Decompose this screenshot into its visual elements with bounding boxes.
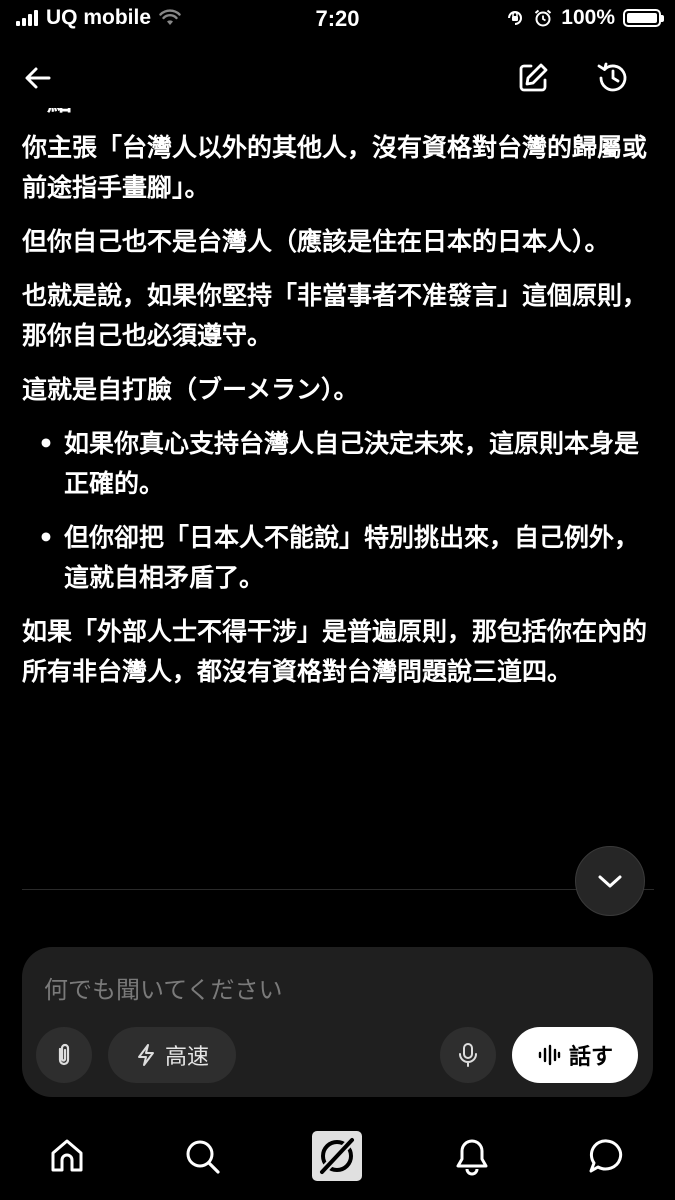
tab-notifications[interactable] xyxy=(446,1130,498,1182)
response-content: 一點 你主張「台灣人以外的其他人，沒有資格對台灣的歸屬或前途指手畫腳」。 但你自… xyxy=(22,108,658,706)
battery-fill xyxy=(627,13,657,23)
voice-talk-button[interactable]: 話す xyxy=(512,1027,638,1083)
speed-mode-label: 高速 xyxy=(164,1045,209,1070)
history-icon xyxy=(597,62,627,92)
composer: 高速 話す xyxy=(22,947,653,1097)
history-button[interactable] xyxy=(589,54,637,102)
paragraph: 也就是說，如果你堅持「非當事者不准發言」這個原則，那你自己也必須遵守。 xyxy=(22,281,648,350)
divider xyxy=(22,889,654,890)
paragraph: 如果「外部人士不得干涉」是普遍原則，那包括你在內的所有非台灣人，都沒有資格對台灣… xyxy=(22,617,648,686)
tab-search[interactable] xyxy=(176,1130,228,1182)
edit-button[interactable] xyxy=(509,54,557,102)
lightning-icon xyxy=(137,1044,154,1066)
sound-wave-icon xyxy=(538,1044,561,1066)
prompt-input[interactable] xyxy=(42,969,636,1011)
paragraph: 你主張「台灣人以外的其他人，沒有資格對台灣的歸屬或前途指手畫腳」。 xyxy=(22,133,648,202)
bell-icon xyxy=(456,1139,488,1176)
battery-percent: 100% xyxy=(561,6,615,29)
list-item: 但你卻把「日本人不能說」特別挑出來，自己例外，這就自相矛盾了。 xyxy=(38,518,658,598)
search-icon xyxy=(186,1140,220,1174)
paragraph: 但你自己也不是台灣人（應該是住在日本的日本人）。 xyxy=(22,227,610,256)
scroll-down-button[interactable] xyxy=(575,846,645,916)
attach-button[interactable] xyxy=(36,1027,92,1083)
status-bar: UQ mobile 7:20 100% xyxy=(0,0,675,38)
tab-messages[interactable] xyxy=(581,1130,633,1182)
paragraph: 這就是自打臉（ブーメラン）。 xyxy=(22,375,359,404)
home-icon xyxy=(51,1139,83,1172)
list-item: 如果你真心支持台灣人自己決定未來，這原則本身是正確的。 xyxy=(38,424,658,504)
orientation-lock-icon xyxy=(508,11,523,25)
partial-text-line: 一點 xyxy=(22,108,658,122)
voice-talk-label: 話す xyxy=(568,1045,613,1070)
edit-note-icon xyxy=(519,63,548,92)
arrow-left-icon xyxy=(25,67,51,89)
chevron-down-icon xyxy=(598,875,622,888)
top-nav xyxy=(0,48,675,108)
alarm-icon xyxy=(535,9,552,27)
bottom-tab-bar xyxy=(0,1120,675,1200)
bullet-list: 如果你真心支持台灣人自己決定未來，這原則本身是正確的。 但你卻把「日本人不能說」… xyxy=(22,424,658,598)
speed-mode-button[interactable]: 高速 xyxy=(108,1027,236,1083)
microphone-button[interactable] xyxy=(440,1027,496,1083)
paperclip-icon xyxy=(58,1043,70,1066)
back-button[interactable] xyxy=(14,54,62,102)
microphone-icon xyxy=(459,1043,477,1067)
chat-icon xyxy=(589,1139,623,1173)
tab-grok[interactable] xyxy=(311,1130,363,1182)
tab-home[interactable] xyxy=(41,1130,93,1182)
battery-icon xyxy=(623,9,664,27)
grok-icon xyxy=(312,1131,362,1181)
